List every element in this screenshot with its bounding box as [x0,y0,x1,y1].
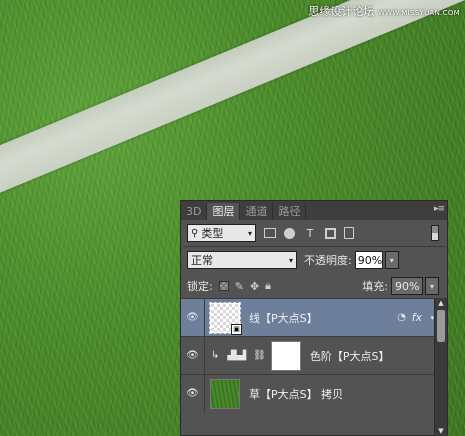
layer-row[interactable]: 👁︎ ▣ 线【P大点S】 ◔ fx ▾ [181,298,436,336]
watermark: 思缘设计论坛 WWW.MISSYUAN.COM [308,3,460,19]
lock-transparent-pixels-icon[interactable] [218,281,229,291]
lock-image-pixels-icon[interactable]: ✎ [235,280,244,293]
lock-position-icon[interactable]: ✥ [250,280,259,293]
layer-name: 色阶【P大点S】 [309,349,390,363]
opacity-dropdown-button[interactable]: ▾ [384,251,399,269]
white-line-stripe [0,0,465,211]
lock-all-icon[interactable]: 🔒︎ [265,279,271,293]
tab-layers[interactable]: 图层 [207,203,241,220]
fx-icon[interactable]: fx [412,311,422,324]
lock-row: 锁定: ✎ ✥ 🔒︎ 填充: 90% ▾ [181,273,447,299]
levels-adjustment-icon[interactable]: ▟▙▟ [227,351,246,361]
tab-channels[interactable]: 通道 [240,203,274,220]
layer-mask-thumbnail[interactable] [270,340,301,371]
layer-effects-icon[interactable]: ◔ [397,312,406,323]
smart-object-filter-icon[interactable] [344,227,354,239]
shape-filter-icon[interactable] [325,227,336,239]
layer-thumbnail[interactable] [210,378,240,409]
layers-list: 👁︎ ▣ 线【P大点S】 ◔ fx ▾ 👁︎ ↳ ▟▙▟ ⛓︎ 色阶【P大点S】… [181,298,436,436]
fill-dropdown-button[interactable]: ▾ [425,277,439,295]
blend-row: 正常 ▾ 不透明度: 90% ▾ [181,247,447,273]
panel-menu-icon[interactable]: ▸≡ [434,204,445,214]
watermark-url: WWW.MISSYUAN.COM [377,9,460,17]
tab-3d[interactable]: 3D [181,203,208,220]
layer-row[interactable]: 👁︎ ↳ ▟▙▟ ⛓︎ 色阶【P大点S】 [181,336,436,374]
chevron-down-icon: ▾ [288,255,293,265]
blend-mode-value: 正常 [191,254,213,267]
scroll-up-icon[interactable]: ▲ [435,298,447,309]
lock-label: 锁定: [187,280,213,293]
visibility-eye-icon[interactable]: 👁︎ [181,337,205,374]
scroll-thumb[interactable] [437,310,445,342]
filter-kind-label: 类型 [201,227,224,240]
visibility-eye-icon[interactable]: 👁︎ [181,299,205,336]
visibility-eye-icon[interactable]: 👁︎ [181,375,205,412]
filter-kind-select[interactable]: ⚲ 类型 ▾ [187,224,256,242]
filter-toggle-switch[interactable] [431,225,439,241]
layer-name: 线【P大点S】 [249,311,318,325]
chevron-down-icon: ▾ [247,228,252,238]
smart-object-badge-icon: ▣ [231,323,242,335]
image-filter-icon[interactable] [264,228,276,238]
clipping-mask-arrow-icon: ↳ [211,350,220,361]
adjustment-filter-icon[interactable] [284,227,295,239]
search-icon: ⚲ [191,227,199,239]
fill-input[interactable]: 90% [391,277,423,295]
filter-row: ⚲ 类型 ▾ T [181,220,447,246]
watermark-text: 思缘设计论坛 [308,5,375,18]
opacity-label: 不透明度: [304,254,352,267]
panel-tab-bar: 3D 图层 通道 路径 ▸≡ [181,201,447,220]
layers-panel: 3D 图层 通道 路径 ▸≡ ⚲ 类型 ▾ T 正常 ▾ 不透明度: 90% ▾… [180,200,448,436]
layer-thumbnail[interactable]: ▣ [209,301,242,335]
opacity-input[interactable]: 90% [354,251,383,269]
tab-paths[interactable]: 路径 [273,203,307,220]
layers-scrollbar[interactable]: ▲ ▼ [434,298,447,436]
type-filter-icon[interactable]: T [303,226,317,240]
fill-label: 填充: [362,280,388,293]
link-chain-icon[interactable]: ⛓︎ [253,350,266,361]
layer-name: 草【P大点S】 拷贝 [249,387,344,401]
scroll-down-icon[interactable]: ▼ [435,426,447,436]
blend-mode-select[interactable]: 正常 ▾ [187,251,297,269]
layer-row[interactable]: 👁︎ 草【P大点S】 拷贝 [181,374,436,412]
